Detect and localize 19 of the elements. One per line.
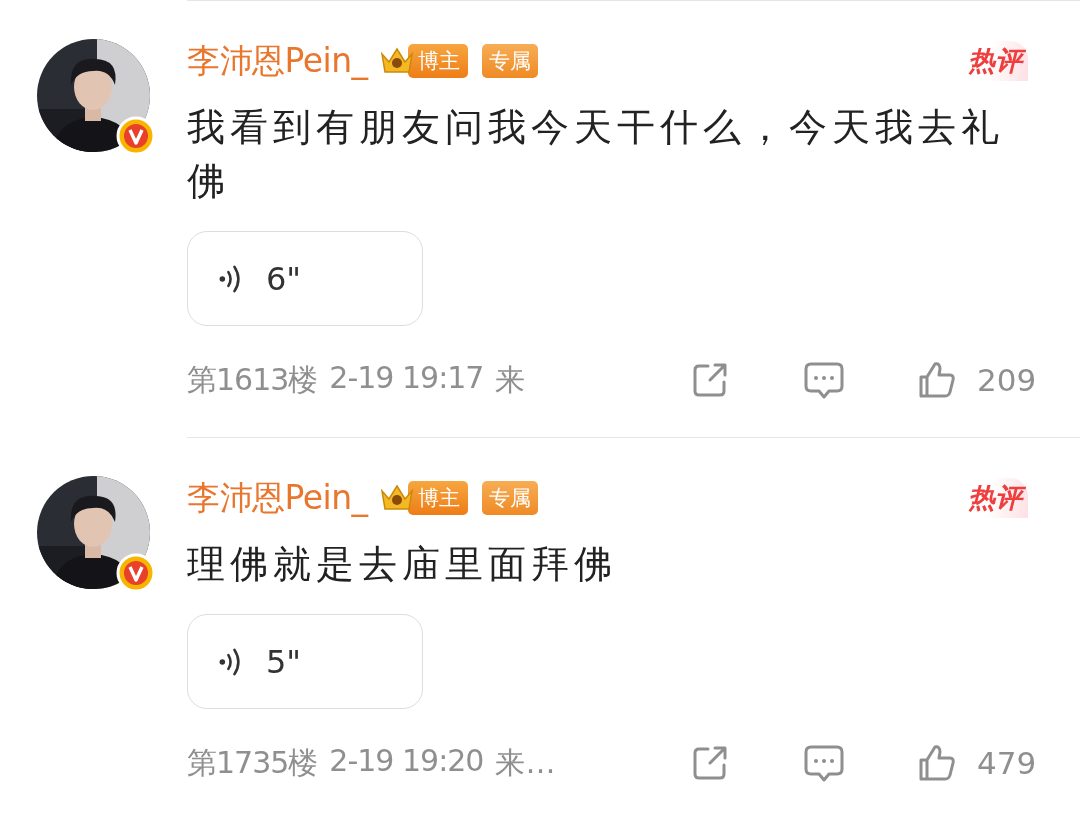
comment-time: 2-19 19:17 [329, 359, 484, 397]
thumbs-up-icon [917, 360, 957, 400]
voice-message-button[interactable]: 5" [187, 614, 423, 709]
user-name[interactable]: 李沛恩Pein_ [187, 475, 368, 521]
comment-icon[interactable] [803, 360, 845, 400]
exclusive-badge: 专属 [481, 481, 538, 515]
exclusive-badge: 专属 [481, 44, 538, 78]
user-name[interactable]: 李沛恩Pein_ [187, 38, 368, 84]
comment-icon[interactable] [803, 743, 845, 783]
like-button[interactable]: 479 [917, 743, 1037, 783]
voice-message-button[interactable]: 6" [187, 231, 423, 326]
comment-source: 来… [495, 743, 556, 782]
like-button[interactable]: 209 [917, 360, 1037, 400]
thumbs-up-icon [917, 743, 957, 783]
comment-time: 2-19 19:20 [329, 742, 484, 780]
comment-text: 我看到有朋友问我今天干什么，今天我去礼佛 [187, 104, 1005, 205]
comment-text: 理佛就是去庙里面拜佛 [187, 541, 618, 588]
floor-number: 第1613楼 [187, 360, 318, 399]
floor-number: 第1735楼 [187, 743, 318, 782]
